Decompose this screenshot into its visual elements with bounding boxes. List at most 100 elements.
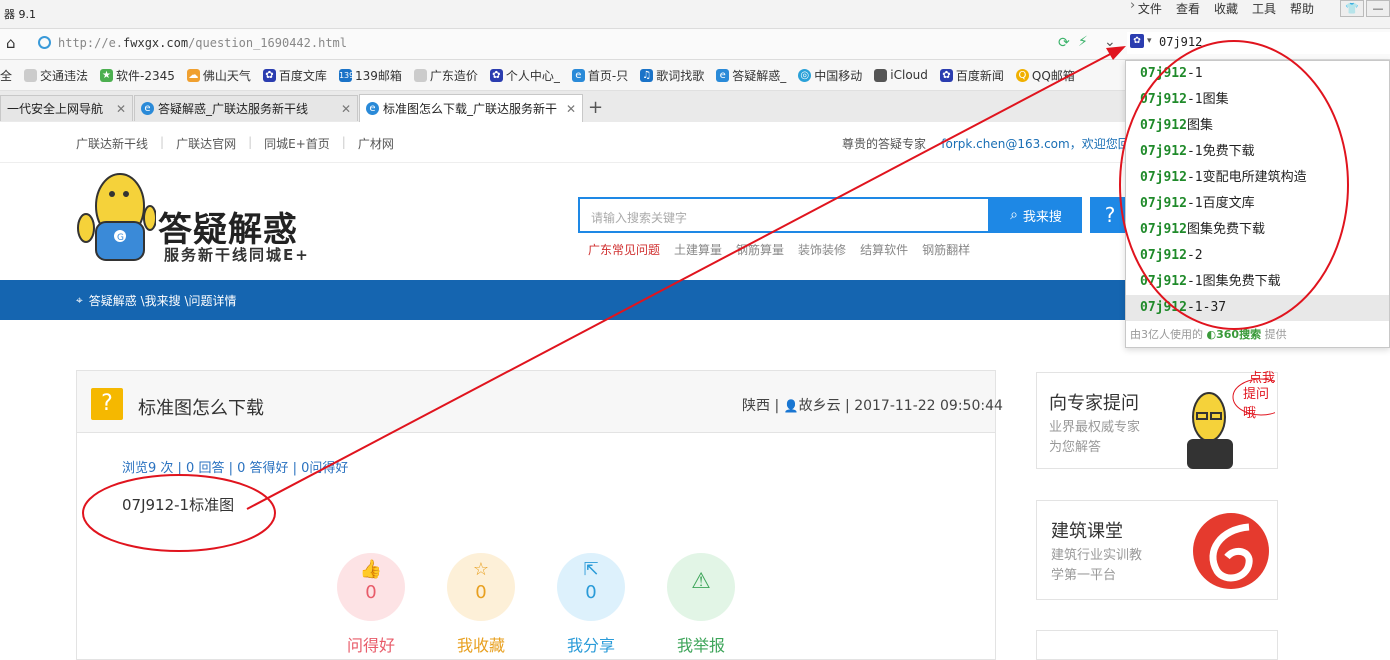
page-security-icon: [38, 36, 51, 49]
fav-item-weather[interactable]: ☁ 佛山天气: [186, 67, 251, 84]
question-body: 07J912-1标准图: [122, 496, 235, 514]
close-icon[interactable]: ✕: [566, 102, 576, 116]
suggestion-item[interactable]: 07j912图集: [1126, 113, 1389, 139]
lightning-icon[interactable]: ⚡: [1078, 34, 1088, 50]
hot-word[interactable]: 广东常见问题: [588, 241, 660, 258]
divider: |: [160, 135, 165, 149]
link-glx-xinganxian[interactable]: 广联达新干线: [76, 135, 160, 152]
question-user[interactable]: 故乡云: [799, 398, 841, 414]
question-datetime: 2017-11-22 09:50:44: [854, 398, 1003, 414]
menu-help[interactable]: 帮助: [1290, 0, 1314, 16]
baidu-paw-icon[interactable]: ✿: [1130, 34, 1144, 48]
new-tab-icon[interactable]: +: [588, 97, 603, 118]
fav-item-2345[interactable]: ★ 软件-2345: [100, 67, 175, 84]
fav-item-qqmail[interactable]: Q QQ邮箱: [1015, 67, 1075, 84]
favorite-label[interactable]: 我收藏: [436, 632, 526, 656]
like-question-button[interactable]: 👍 0: [337, 553, 405, 621]
course-desc1: 建筑行业实训教: [1051, 548, 1143, 563]
menu-view[interactable]: 查看: [1176, 0, 1200, 16]
fav-item-home[interactable]: e 首页-只: [571, 67, 629, 84]
menu-tools[interactable]: 工具: [1252, 0, 1276, 16]
suggestion-item[interactable]: 07j912-1图集免费下载: [1126, 269, 1389, 295]
report-button[interactable]: ⚠: [667, 553, 735, 621]
search-placeholder: 请输入搜索关键字: [591, 211, 688, 225]
course-logo-icon: [1191, 511, 1271, 594]
fav-item-wenku[interactable]: ✿ 百度文库: [262, 67, 327, 84]
mascot-logo[interactable]: G: [76, 166, 157, 272]
fav-label: 全: [0, 68, 13, 83]
question-icon: ?: [91, 388, 123, 420]
suggestion-rest: -1免费下载: [1186, 144, 1255, 159]
suggestion-rest: -1: [1186, 66, 1203, 81]
so360-icon: ◐: [1206, 328, 1217, 341]
fav-item-dayi[interactable]: e 答疑解惑_: [716, 67, 786, 84]
suggestion-item[interactable]: 07j912-1变配电所建筑构造: [1126, 165, 1389, 191]
refresh-icon[interactable]: ⟳: [1058, 35, 1070, 51]
share-button[interactable]: ⇱ 0: [557, 553, 625, 621]
fav-item-gdzj[interactable]: 广东造价: [413, 67, 478, 84]
china-mobile-icon: ◎: [798, 68, 812, 82]
suggestion-item[interactable]: 07j912-1免费下载: [1126, 139, 1389, 165]
close-icon[interactable]: ✕: [341, 102, 351, 116]
link-tongcheng[interactable]: 同城E+首页: [264, 135, 342, 152]
minimize-icon[interactable]: —: [1366, 0, 1390, 17]
fav-label: 首页-只: [587, 68, 629, 83]
suggestion-item[interactable]: 07j912-1图集: [1126, 87, 1389, 113]
close-icon[interactable]: ✕: [116, 102, 126, 116]
share-label[interactable]: 我分享: [546, 632, 636, 656]
fav-item-traffic[interactable]: 交通违法: [24, 67, 88, 84]
site-search-input[interactable]: 请输入搜索关键字: [578, 197, 990, 233]
suggestion-rest: 图集免费下载: [1186, 222, 1265, 237]
browser-search-box[interactable]: ✿ ▾ 07j912: [1127, 32, 1390, 54]
fav-item-baidu-news[interactable]: ✿ 百度新闻: [939, 67, 1004, 84]
hot-word[interactable]: 钢筋翻样: [922, 241, 970, 258]
link-guangcai[interactable]: 广材网: [358, 135, 406, 152]
url-field[interactable]: http://e.fwxgx.com/question_1690442.html: [58, 36, 347, 50]
svg-text:G: G: [117, 233, 124, 243]
breadcrumb-text[interactable]: 答疑解惑 \我来搜 \问题详情: [89, 292, 237, 309]
fav-item-personal[interactable]: ✿ 个人中心_: [489, 67, 560, 84]
hot-word[interactable]: 钢筋算量: [736, 241, 784, 258]
suggestion-item[interactable]: 07j912-1: [1126, 61, 1389, 87]
fav-item-0[interactable]: 全: [0, 67, 12, 84]
report-label[interactable]: 我举报: [656, 632, 746, 656]
hot-word[interactable]: 结算软件: [860, 241, 908, 258]
menu-favorites[interactable]: 收藏: [1214, 0, 1238, 16]
favorite-button[interactable]: ☆ 0: [447, 553, 515, 621]
fav-item-cmcc[interactable]: ◎ 中国移动: [798, 67, 862, 84]
ask-question-button[interactable]: ?: [1090, 197, 1130, 233]
skin-icon[interactable]: 👕: [1340, 0, 1364, 17]
tab-active[interactable]: e 标准图怎么下载_广联达服务新干 ✕: [359, 94, 583, 122]
ask-expert-box[interactable]: 向专家提问 业界最权威专家 为您解答 点我 提问哦: [1036, 371, 1290, 469]
dropdown-arrow-icon[interactable]: ⌄: [1104, 34, 1116, 50]
fav-item-icloud[interactable]: iCloud: [874, 68, 928, 82]
fav-item-139[interactable]: 139 139邮箱: [338, 67, 402, 84]
sidebar-box-3: [1036, 630, 1278, 660]
search-button[interactable]: ⌕ 我来搜: [990, 197, 1082, 233]
suggestion-prefix: 07j912: [1140, 170, 1187, 185]
share-icon: ⇱: [583, 559, 599, 580]
engine-dropdown-icon[interactable]: ▾: [1147, 36, 1152, 46]
suggestion-rest: -1图集: [1186, 92, 1229, 107]
tab-label: 答疑解惑_广联达服务新干线: [158, 102, 309, 116]
home-icon[interactable]: ⌂: [6, 34, 16, 52]
browser-title: 器 9.1: [4, 8, 36, 21]
link-glx-official[interactable]: 广联达官网: [176, 135, 248, 152]
fav-label: 佛山天气: [202, 68, 251, 83]
hot-word[interactable]: 装饰装修: [798, 241, 846, 258]
building-course-box[interactable]: 建筑课堂 建筑行业实训教 学第一平台: [1036, 500, 1278, 600]
chevron-right-icon[interactable]: ›: [1130, 0, 1135, 13]
user-email-link[interactable]: forpk.chen@163.com，欢迎您回来: [941, 137, 1141, 151]
menu-file[interactable]: 文件: [1138, 0, 1162, 16]
ie-icon: e: [141, 102, 154, 115]
tab-dayi[interactable]: e 答疑解惑_广联达服务新干线 ✕: [134, 95, 358, 121]
tab-nav[interactable]: 一代安全上网导航 ✕: [0, 95, 133, 121]
hot-word[interactable]: 土建算量: [674, 241, 722, 258]
fav-item-lyrics[interactable]: ♫ 歌词找歌: [640, 67, 704, 84]
ie-icon: e: [571, 68, 585, 82]
suggestion-item[interactable]: 07j912-2: [1126, 243, 1389, 269]
suggestion-item-highlighted[interactable]: 07j912-1-37: [1126, 295, 1389, 321]
suggestion-item[interactable]: 07j912-1百度文库: [1126, 191, 1389, 217]
like-label[interactable]: 问得好: [326, 632, 416, 656]
suggestion-item[interactable]: 07j912图集免费下载: [1126, 217, 1389, 243]
